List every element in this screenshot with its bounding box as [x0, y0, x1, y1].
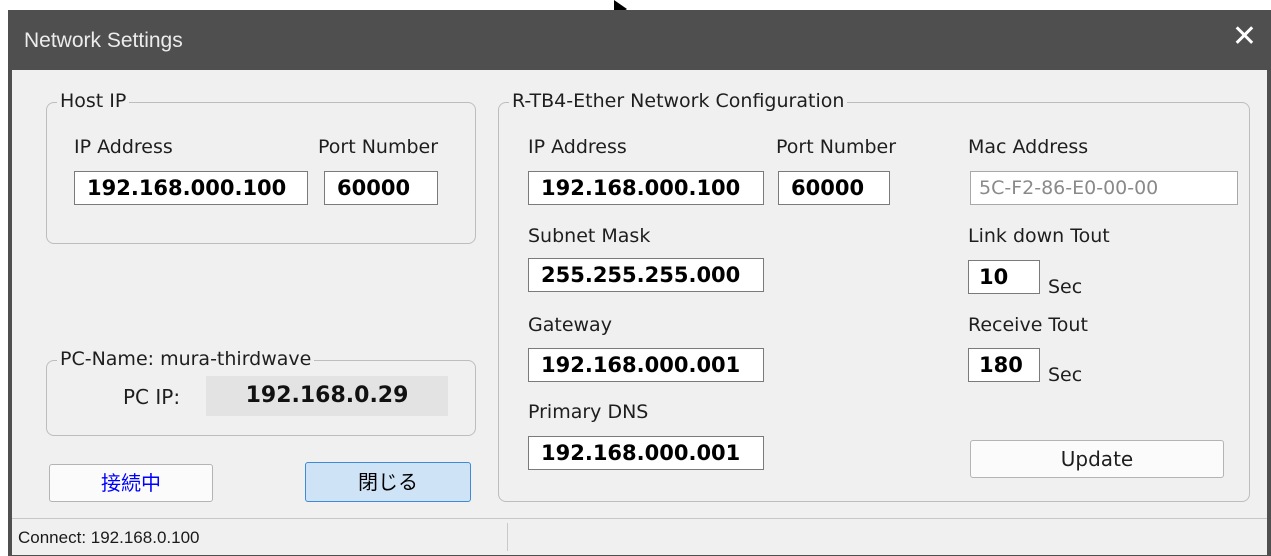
host-port-number-input[interactable]: 60000 — [324, 171, 438, 205]
device-network-group-label: R-TB4-Ether Network Configuration — [509, 90, 848, 112]
host-ip-address-label: IP Address — [74, 136, 173, 158]
status-divider — [507, 523, 508, 551]
subnet-mask-input[interactable]: 255.255.255.000 — [528, 258, 764, 292]
pc-ip-value: 192.168.0.29 — [206, 376, 448, 416]
close-button[interactable]: 閉じる — [305, 462, 471, 502]
mac-address-label: Mac Address — [968, 136, 1089, 158]
pc-ip-label: PC IP: — [123, 385, 181, 409]
host-ip-group-label: Host IP — [57, 90, 130, 112]
status-connect-text: Connect: 192.168.0.100 — [18, 528, 200, 547]
dialog-body: Host IP IP Address Port Number 192.168.0… — [12, 70, 1267, 518]
receive-tout-input[interactable]: 180 — [968, 348, 1040, 382]
gateway-input[interactable]: 192.168.000.001 — [528, 348, 764, 382]
link-down-unit: Sec — [1048, 276, 1083, 298]
host-port-number-label: Port Number — [318, 136, 439, 158]
title-bar: Network Settings ✕ — [8, 10, 1271, 70]
receive-tout-label: Receive Tout — [968, 314, 1088, 336]
device-port-number-input[interactable]: 60000 — [778, 171, 890, 205]
receive-tout-unit: Sec — [1048, 364, 1083, 386]
device-port-number-label: Port Number — [776, 136, 897, 158]
pc-name-group-label: PC-Name: mura-thirdwave — [57, 348, 315, 370]
link-down-tout-label: Link down Tout — [968, 225, 1110, 247]
primary-dns-label: Primary DNS — [528, 401, 649, 423]
subnet-mask-label: Subnet Mask — [528, 225, 651, 247]
network-settings-dialog: Network Settings ✕ Host IP IP Address Po… — [8, 10, 1271, 556]
update-button[interactable]: Update — [970, 440, 1224, 478]
close-icon[interactable]: ✕ — [1232, 22, 1257, 52]
window-title: Network Settings — [24, 29, 183, 52]
device-ip-address-label: IP Address — [528, 136, 627, 158]
primary-dns-input[interactable]: 192.168.000.001 — [528, 436, 764, 470]
mac-address-field: 5C-F2-86-E0-00-00 — [970, 171, 1238, 205]
link-down-tout-input[interactable]: 10 — [968, 260, 1040, 294]
host-ip-address-input[interactable]: 192.168.000.100 — [74, 171, 308, 205]
gateway-label: Gateway — [528, 314, 612, 336]
connect-button[interactable]: 接続中 — [49, 464, 213, 502]
status-bar: Connect: 192.168.0.100 — [12, 518, 1267, 555]
device-ip-address-input[interactable]: 192.168.000.100 — [528, 171, 764, 205]
